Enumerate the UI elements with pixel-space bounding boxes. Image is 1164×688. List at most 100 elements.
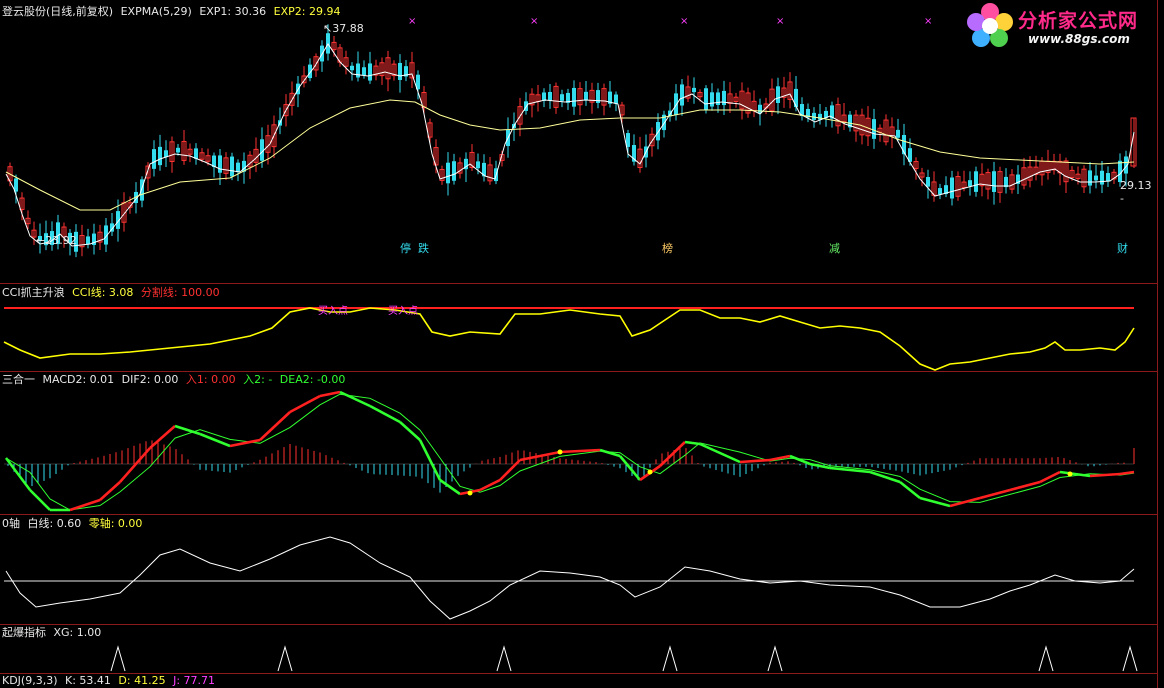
- burst-spike: [277, 645, 293, 672]
- burst-chart[interactable]: [0, 625, 1157, 673]
- expma-fast-line: [5, 43, 1135, 247]
- dif-segment: [399, 421, 421, 441]
- dif-segment: [1009, 480, 1041, 492]
- dif-segment: [29, 489, 51, 511]
- dif-segment: [339, 390, 371, 408]
- dif2-value: DIF2: 0.00: [121, 373, 179, 386]
- signal-cross-icon: ×: [680, 16, 688, 27]
- candle-body: [368, 63, 372, 81]
- white-line: [5, 536, 1135, 620]
- dif-segment: [699, 442, 741, 464]
- buy-point-marker: 买入点: [388, 306, 418, 317]
- kdj-j-value: J: 77.71: [173, 674, 216, 687]
- dif-segment: [899, 480, 921, 500]
- candle-body: [476, 161, 480, 169]
- logo-title: 分析家公式网: [1018, 10, 1139, 32]
- cci-split-value: 分割线: 100.00: [140, 286, 220, 299]
- candle-body: [176, 147, 180, 153]
- event-tag-halt[interactable]: 停: [399, 240, 412, 256]
- candle-body: [794, 88, 798, 108]
- dif-segment: [979, 488, 1011, 500]
- last-price-label: 29.13 -: [1120, 179, 1152, 205]
- event-tag-drop[interactable]: 跌: [417, 240, 430, 256]
- candle-body: [818, 113, 822, 120]
- exp1-value: EXP1: 30.36: [199, 5, 267, 18]
- in2-value: 入2: -: [243, 373, 273, 386]
- dif-segment: [99, 481, 121, 501]
- kdj-k-value: K: 53.41: [65, 674, 111, 687]
- dif-segment: [789, 454, 811, 466]
- candle-body: [674, 93, 678, 116]
- dif-segment: [599, 448, 621, 458]
- candle-body: [194, 148, 198, 159]
- dif-segment: [369, 404, 401, 424]
- candle-body: [614, 94, 618, 104]
- zero-title: 0轴: [2, 517, 20, 530]
- candle-body: [152, 149, 156, 169]
- candle-body: [236, 162, 240, 173]
- candle-body: [560, 94, 564, 101]
- signal-cross-icon: ×: [776, 16, 784, 27]
- candle-body: [1094, 175, 1098, 181]
- stock-title: 登云股份(日线,前复权): [2, 5, 114, 18]
- zero-axis-panel[interactable]: 0轴 白线: 0.60 零轴: 0.00: [0, 515, 1157, 625]
- dif-segment: [149, 425, 176, 449]
- right-border: [1157, 0, 1158, 688]
- burst-spike: [767, 645, 783, 672]
- kline-header: 登云股份(日线,前复权) EXPMA(5,29) EXP1: 30.36 EXP…: [2, 5, 344, 19]
- candle-body: [872, 119, 876, 139]
- candle-body: [974, 171, 978, 192]
- candle-body: [218, 155, 222, 173]
- dif-segment: [418, 439, 442, 481]
- candle-body: [446, 162, 450, 184]
- kline-panel[interactable]: × × × × × 登云股份(日线,前复权) EXPMA(5,29) EXP1: 30.…: [0, 0, 1157, 284]
- cci-line: [3, 307, 1135, 371]
- event-tag-reduce[interactable]: 减: [828, 240, 841, 256]
- candle-body: [572, 87, 576, 107]
- candle-body: [86, 236, 90, 245]
- cci-panel[interactable]: CCI抓主升浪 CCI线: 3.08 分割线: 100.00 买入点 买入点: [0, 284, 1157, 372]
- high-price-label: ↖37.88: [323, 22, 364, 35]
- burst-spike: [496, 645, 512, 672]
- burst-header: 起爆指标 XG: 1.00: [2, 626, 105, 640]
- site-logo: 分析家公式网 www.88gs.com: [962, 0, 1158, 52]
- candle-body: [992, 171, 996, 192]
- event-tag-finance[interactable]: 财: [1116, 240, 1129, 256]
- macd-header: 三合一 MACD2: 0.01 DIF2: 0.00 入1: 0.00 入2: …: [2, 373, 349, 387]
- candle-body: [1088, 170, 1092, 186]
- candle-body: [350, 65, 354, 71]
- dif-segment: [1039, 470, 1061, 484]
- kdj-header: KDJ(9,3,3) K: 53.41 D: 41.25 J: 77.71: [2, 674, 219, 688]
- candle-body: [722, 90, 726, 106]
- macd2-value: MACD2: 0.01: [42, 373, 115, 386]
- macd-panel[interactable]: 三合一 MACD2: 0.01 DIF2: 0.00 入1: 0.00 入2: …: [0, 372, 1157, 515]
- white-line-value: 白线: 0.60: [27, 517, 82, 530]
- candle-body: [938, 188, 942, 195]
- burst-spike: [662, 645, 678, 672]
- low-price-label: ←23.92: [36, 234, 77, 247]
- zero-header: 0轴 白线: 0.60 零轴: 0.00: [2, 517, 146, 531]
- dea2-value: DEA2: -0.00: [279, 373, 346, 386]
- candle-body: [926, 177, 930, 187]
- event-tag-rank[interactable]: 榜: [661, 240, 674, 256]
- dif-segment: [739, 458, 771, 464]
- cci-title: CCI抓主升浪: [2, 286, 65, 299]
- dif-segment: [829, 466, 871, 474]
- macd-chart[interactable]: [0, 372, 1157, 514]
- expma-slow-line: [5, 99, 1135, 211]
- candle-body: [158, 146, 162, 166]
- candle-body: [452, 161, 456, 181]
- candle-body: [950, 177, 954, 199]
- zero-axis-chart[interactable]: [0, 515, 1157, 624]
- candle-body: [710, 92, 714, 107]
- candle-body: [1100, 170, 1104, 185]
- candle-body: [692, 87, 696, 93]
- burst-panel[interactable]: 起爆指标 XG: 1.00: [0, 625, 1157, 674]
- indicator-name: EXPMA(5,29): [120, 5, 192, 18]
- burst-title: 起爆指标: [2, 626, 46, 639]
- candle-body: [896, 129, 900, 138]
- candle-body: [776, 86, 780, 104]
- candle-body: [362, 67, 366, 76]
- flower-logo-icon: [967, 3, 1013, 47]
- xg-value: XG: 1.00: [53, 626, 102, 639]
